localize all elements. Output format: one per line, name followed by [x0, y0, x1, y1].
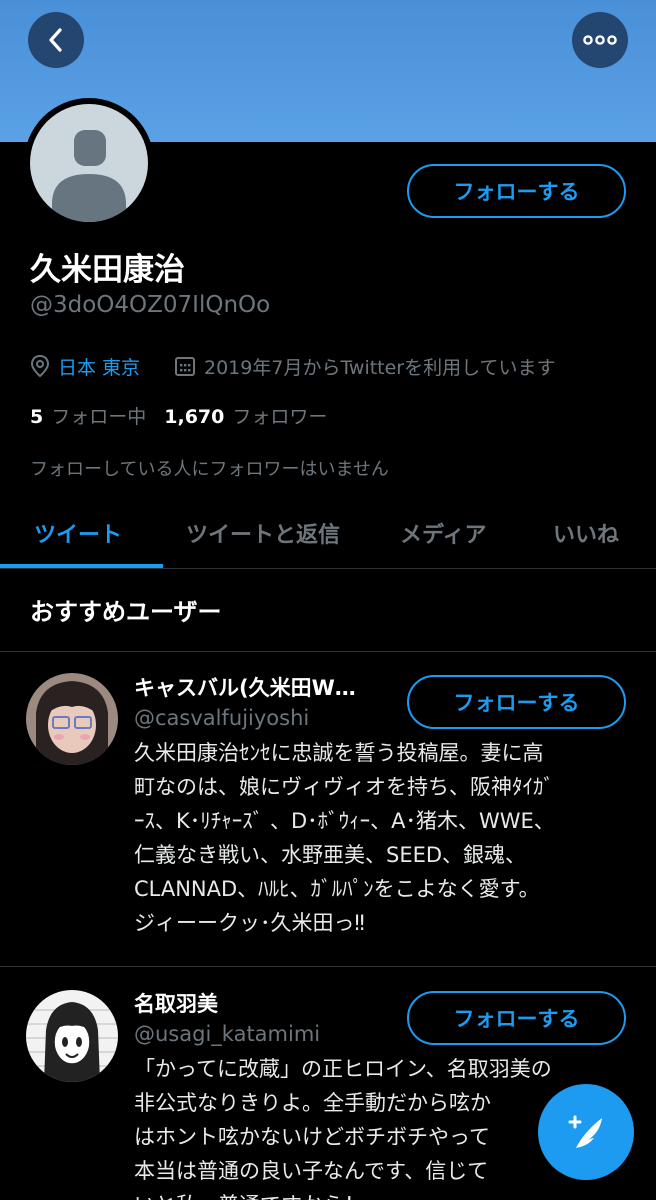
user-handle: @usagi_katamimi	[134, 1022, 321, 1046]
tab-likes[interactable]: いいね	[553, 517, 619, 549]
profile-name: 久米田康治	[30, 252, 185, 288]
tab-media[interactable]: メディア	[400, 517, 486, 549]
profile-handle: @3doO4OZ07IlQnOo	[30, 292, 271, 318]
compose-tweet-icon	[568, 1115, 602, 1148]
following-label: フォロー中	[51, 406, 147, 428]
divider	[0, 966, 656, 967]
user-avatar[interactable]	[26, 673, 118, 765]
followers-count: 1,670	[164, 406, 225, 428]
default-avatar-icon	[30, 104, 148, 222]
calendar-icon	[175, 357, 195, 376]
following-count: 5	[30, 406, 44, 428]
followers-link[interactable]: 1,670 フォロワー	[164, 402, 327, 429]
follow-user-button[interactable]: フォローする	[407, 991, 626, 1045]
followers-label: フォロワー	[232, 406, 328, 428]
back-button[interactable]	[28, 12, 84, 68]
follow-counts: 5 フォロー中 1,670 フォロワー	[30, 402, 345, 429]
chevron-left-icon	[49, 28, 62, 52]
location-pin-icon	[30, 354, 50, 378]
divider	[0, 651, 656, 652]
active-tab-indicator	[0, 564, 163, 568]
follow-user-button[interactable]: フォローする	[407, 675, 626, 729]
profile-location[interactable]: 日本 東京	[30, 352, 140, 380]
profile-tabs: ツイート ツイートと返信 メディア いいね	[0, 505, 656, 569]
user-bio: 久米田康治ｾﾝｾに忠誠を誓う投稿屋。妻に高 町なのは、娘にヴィヴィオを持ち、阪神…	[134, 741, 555, 935]
joined-text: 2019年7月からTwitterを利用しています	[204, 356, 556, 379]
followers-you-know-notice: フォローしている人にフォロワーはいません	[30, 459, 389, 480]
location-text: 日本 東京	[58, 356, 141, 379]
following-link[interactable]: 5 フォロー中	[30, 402, 146, 429]
user-avatar[interactable]	[26, 990, 118, 1082]
tab-tweets[interactable]: ツイート	[34, 517, 122, 549]
compose-tweet-button[interactable]	[538, 1084, 634, 1180]
user-name[interactable]: 名取羽美	[134, 988, 218, 1018]
recommended-users-title: おすすめユーザー	[30, 598, 222, 626]
follow-button[interactable]: フォローする	[407, 164, 626, 218]
profile-joined: 2019年7月からTwitterを利用しています	[174, 352, 556, 380]
more-horizontal-icon	[583, 35, 617, 45]
more-button[interactable]	[572, 12, 628, 68]
tab-tweets-and-replies[interactable]: ツイートと返信	[186, 517, 340, 549]
user-handle: @casvalfujiyoshi	[134, 706, 310, 730]
user-name[interactable]: キャスバル(久米田W…	[134, 672, 356, 702]
profile-avatar[interactable]	[24, 98, 154, 228]
